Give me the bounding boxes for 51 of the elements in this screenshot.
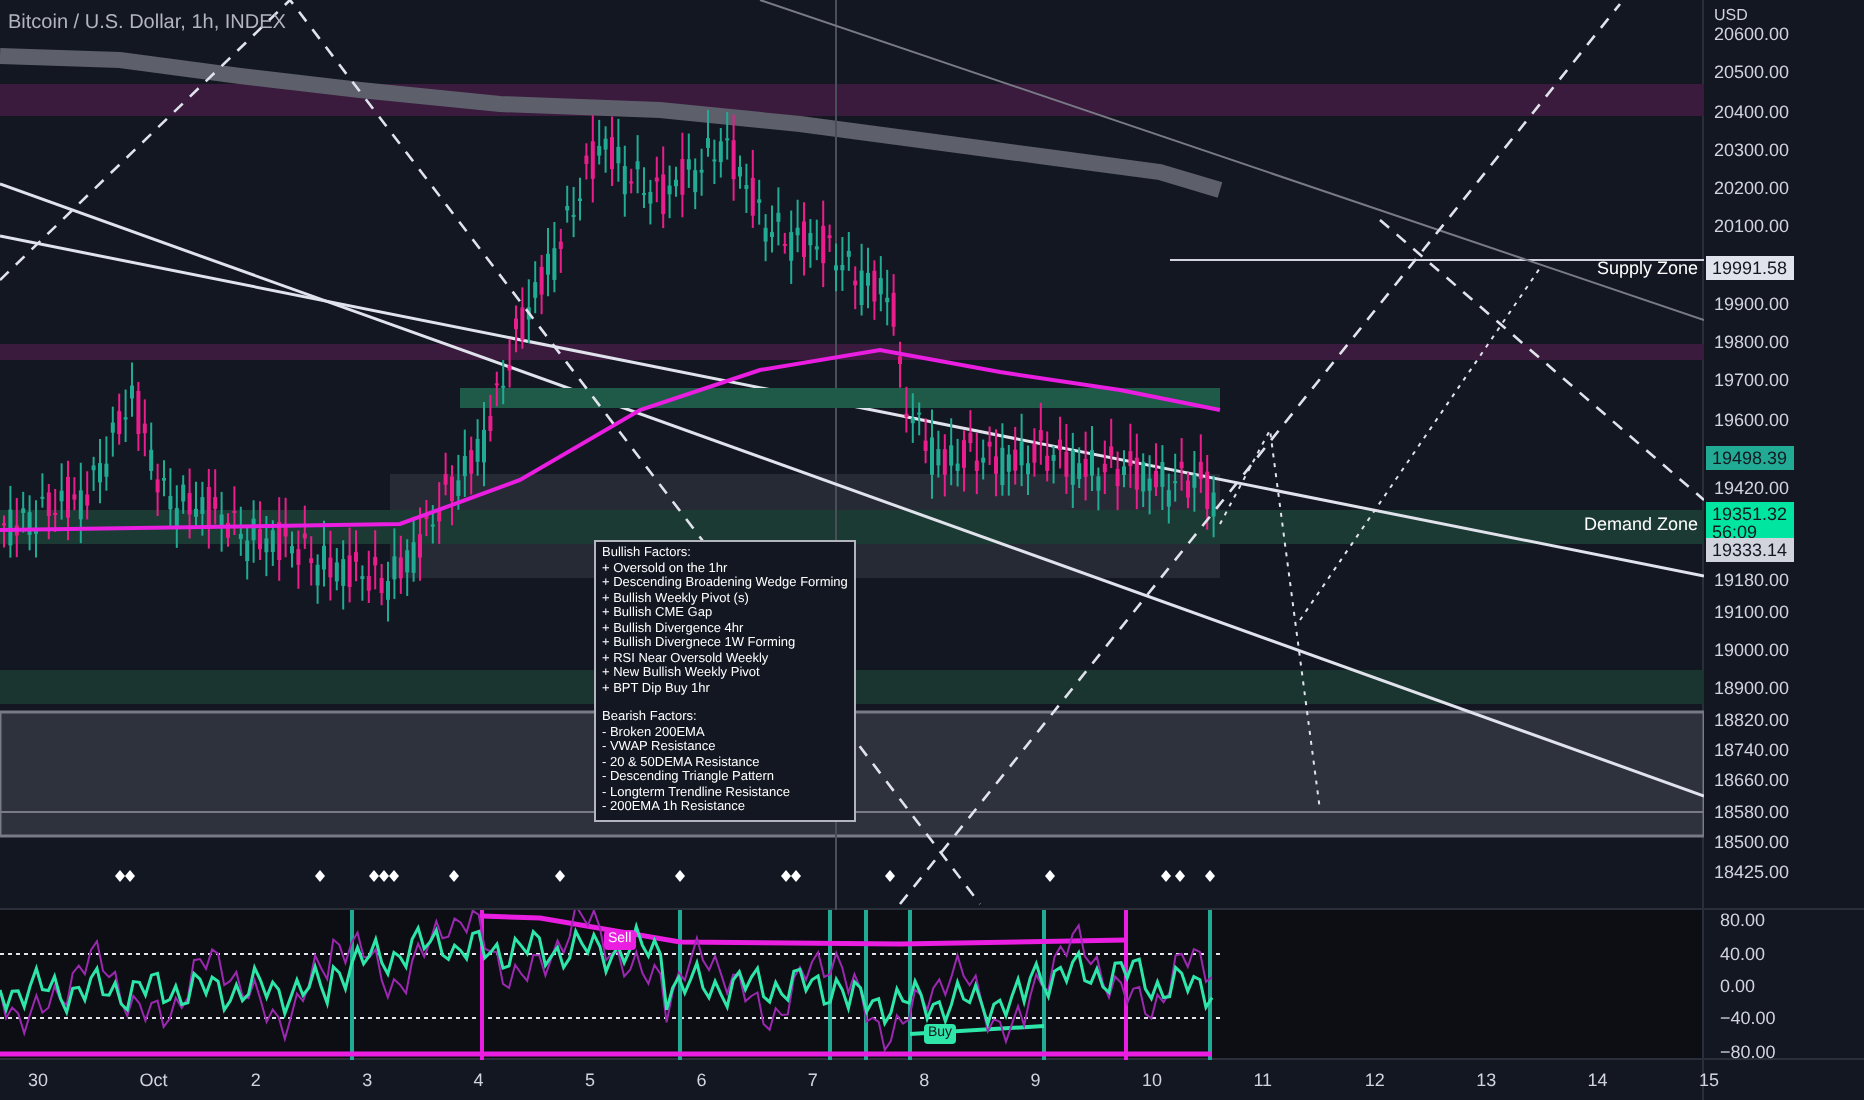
price-axis-label: 18580.00 bbox=[1714, 799, 1790, 824]
time-axis-label: 11 bbox=[1253, 1068, 1273, 1092]
oscillator-axis-label: 80.00 bbox=[1720, 908, 1766, 932]
price-axis-label: 19100.00 bbox=[1714, 599, 1790, 624]
time-axis-label: 4 bbox=[473, 1068, 484, 1092]
price-axis-label: 19180.00 bbox=[1714, 568, 1790, 593]
currency-label: USD bbox=[1714, 4, 1748, 27]
time-axis-label: 7 bbox=[807, 1068, 818, 1092]
time-axis-label: 10 bbox=[1142, 1068, 1163, 1092]
price-axis-label: 19600.00 bbox=[1714, 407, 1790, 431]
price-axis-label: 20400.00 bbox=[1714, 99, 1790, 123]
price-axis-label: 19800.00 bbox=[1714, 330, 1790, 354]
time-axis-label: 3 bbox=[362, 1068, 373, 1092]
price-value: 19351.32 bbox=[1712, 502, 1788, 525]
price-axis-label: 20100.00 bbox=[1714, 214, 1790, 239]
oscillator-axis-label: −40.00 bbox=[1720, 1006, 1776, 1030]
price-axis-label: 18740.00 bbox=[1714, 738, 1790, 763]
time-axis-label: 5 bbox=[585, 1068, 596, 1092]
price-value: 19498.39 bbox=[1712, 446, 1788, 471]
time-axis-label: 2 bbox=[250, 1068, 261, 1092]
time-axis-label: Oct bbox=[139, 1068, 168, 1092]
price-axis-label: 20600.00 bbox=[1714, 22, 1790, 46]
price-axis-label: 19000.00 bbox=[1714, 638, 1790, 662]
price-axis-label: 19420.00 bbox=[1714, 476, 1790, 501]
time-axis-label: 9 bbox=[1030, 1068, 1041, 1092]
price-axis-label: 20200.00 bbox=[1714, 176, 1790, 200]
price-axis-label: 18660.00 bbox=[1714, 768, 1790, 793]
price-axis-label: 20500.00 bbox=[1714, 60, 1790, 85]
time-axis-label: 13 bbox=[1476, 1068, 1497, 1092]
time-axis-label: 14 bbox=[1587, 1068, 1608, 1092]
chart-title: Bitcoin / U.S. Dollar, 1h, INDEX bbox=[8, 10, 286, 38]
time-axis-label: 15 bbox=[1699, 1068, 1720, 1092]
time-axis-label: 8 bbox=[919, 1068, 930, 1092]
price-value: 19991.58 bbox=[1712, 256, 1788, 281]
time-axis-label: 30 bbox=[28, 1068, 49, 1092]
zone-label: Demand Zone bbox=[1583, 512, 1698, 538]
price-value: 19333.14 bbox=[1712, 538, 1788, 563]
price-axis-label: 18900.00 bbox=[1714, 676, 1790, 701]
price-axis-label: 18500.00 bbox=[1714, 830, 1790, 855]
price-axis-label: 20300.00 bbox=[1714, 137, 1790, 162]
price-axis-label: 19900.00 bbox=[1714, 291, 1790, 316]
oscillator-axis-label: 40.00 bbox=[1720, 942, 1766, 966]
price-axis-label: 18425.00 bbox=[1714, 859, 1790, 884]
time-axis-label: 12 bbox=[1364, 1068, 1385, 1092]
oscillator-axis-label: −80.00 bbox=[1720, 1040, 1776, 1064]
bar-countdown: 56:09 bbox=[1712, 526, 1760, 541]
price-axis-label: 19700.00 bbox=[1714, 368, 1790, 393]
time-axis-label: 6 bbox=[696, 1068, 707, 1092]
zone-label: Supply Zone bbox=[1596, 256, 1698, 282]
oscillator-axis-label: 0.00 bbox=[1720, 974, 1756, 998]
price-axis-label: 18820.00 bbox=[1714, 707, 1790, 732]
